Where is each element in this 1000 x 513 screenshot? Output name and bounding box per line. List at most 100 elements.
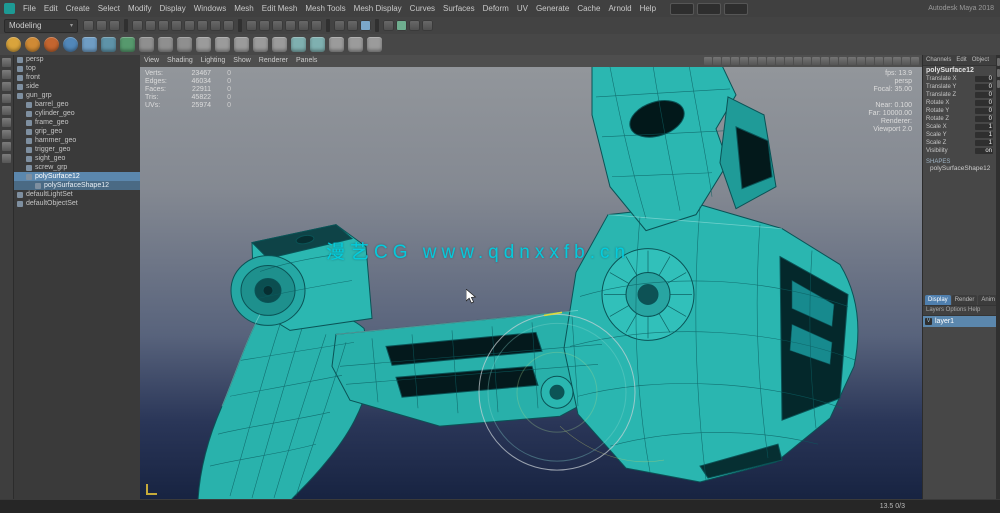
viewport-toolbar-icon[interactable] bbox=[785, 57, 793, 65]
perspective-viewport[interactable]: View Shading Lighting Show Renderer Panels bbox=[140, 55, 922, 500]
channel-row[interactable]: Translate Y 0 bbox=[923, 83, 996, 91]
viewport-toolbar-icon[interactable] bbox=[794, 57, 802, 65]
outliner-item[interactable]: screw_grp bbox=[14, 163, 140, 172]
status-line-icon[interactable] bbox=[409, 20, 420, 31]
outliner-item[interactable]: polySurface12 bbox=[14, 172, 140, 181]
menu-item[interactable]: Generate bbox=[532, 0, 573, 17]
viewport-toolbar-icon[interactable] bbox=[713, 57, 721, 65]
sidebar-tab-icon[interactable] bbox=[996, 69, 1000, 77]
viewport-toolbar-icon[interactable] bbox=[884, 57, 892, 65]
tool-icon[interactable] bbox=[2, 82, 11, 91]
menu-item[interactable]: Curves bbox=[406, 0, 439, 17]
status-line-icon[interactable] bbox=[272, 20, 283, 31]
viewport-toolbar-icon[interactable] bbox=[902, 57, 910, 65]
panel-menu-item[interactable]: Show bbox=[229, 55, 255, 67]
panel-menu-item[interactable]: Lighting bbox=[197, 55, 230, 67]
viewport-toolbar-icon[interactable] bbox=[812, 57, 820, 65]
channel-value-field[interactable]: 0 bbox=[975, 116, 993, 122]
viewport-toolbar-icon[interactable] bbox=[776, 57, 784, 65]
shelf-icon[interactable] bbox=[82, 37, 97, 52]
menu-item[interactable]: UV bbox=[513, 0, 532, 17]
shelf-icon[interactable] bbox=[367, 37, 382, 52]
tool-icon[interactable] bbox=[2, 106, 11, 115]
menu-item[interactable]: Help bbox=[636, 0, 660, 17]
status-line-icon[interactable] bbox=[145, 20, 156, 31]
shelf-icon[interactable] bbox=[120, 37, 135, 52]
tool-icon[interactable] bbox=[2, 70, 11, 79]
shelf-icon[interactable] bbox=[272, 37, 287, 52]
outliner-item[interactable]: frame_geo bbox=[14, 118, 140, 127]
workspace-button[interactable] bbox=[670, 2, 695, 15]
channel-row[interactable]: Scale Z 1 bbox=[923, 139, 996, 147]
status-line-icon[interactable] bbox=[184, 20, 195, 31]
viewport-toolbar-icon[interactable] bbox=[830, 57, 838, 65]
viewport-toolbar-icon[interactable] bbox=[839, 57, 847, 65]
outliner-item[interactable]: defaultObjectSet bbox=[14, 199, 140, 208]
channel-value-field[interactable]: 0 bbox=[975, 108, 993, 114]
status-line-icon[interactable] bbox=[360, 20, 371, 31]
viewport-toolbar-icon[interactable] bbox=[758, 57, 766, 65]
viewport-toolbar-icon[interactable] bbox=[857, 57, 865, 65]
workspace-button[interactable] bbox=[724, 2, 749, 15]
menu-item[interactable]: Mesh bbox=[230, 0, 258, 17]
outliner-item[interactable]: front bbox=[14, 73, 140, 82]
menu-item[interactable]: Mesh Tools bbox=[301, 0, 349, 17]
layer-tab[interactable]: Display bbox=[925, 295, 951, 305]
status-line-icon[interactable] bbox=[238, 19, 242, 32]
layer-editor-menu[interactable]: Layers Options Help bbox=[923, 305, 996, 316]
viewport-toolbar-icon[interactable] bbox=[767, 57, 775, 65]
tool-icon[interactable] bbox=[2, 58, 11, 67]
layer-tab[interactable]: Anim bbox=[978, 295, 996, 305]
channel-row[interactable]: Visibility on bbox=[923, 147, 996, 155]
viewport-canvas[interactable]: Verts: 23467 0 Edges: 46034 0 Faces: 229… bbox=[140, 67, 922, 500]
outliner-item[interactable]: gun_grp bbox=[14, 91, 140, 100]
panel-menu-item[interactable]: Shading bbox=[163, 55, 197, 67]
status-line-icon[interactable] bbox=[375, 19, 379, 32]
shelf-icon[interactable] bbox=[291, 37, 306, 52]
channel-box-menu-item[interactable]: Object bbox=[972, 57, 989, 63]
menu-item[interactable]: Create bbox=[62, 0, 94, 17]
status-line-icon[interactable] bbox=[383, 20, 394, 31]
status-line-icon[interactable] bbox=[124, 19, 128, 32]
status-line-icon[interactable] bbox=[334, 20, 345, 31]
viewport-toolbar-icon[interactable] bbox=[866, 57, 874, 65]
status-line-icon[interactable] bbox=[396, 20, 407, 31]
shelf-icon[interactable] bbox=[177, 37, 192, 52]
shelf-icon[interactable] bbox=[329, 37, 344, 52]
status-line-icon[interactable] bbox=[197, 20, 208, 31]
status-line-icon[interactable] bbox=[347, 20, 358, 31]
panel-menu-item[interactable]: View bbox=[140, 55, 163, 67]
tool-icon[interactable] bbox=[2, 94, 11, 103]
tool-icon[interactable] bbox=[2, 118, 11, 127]
channel-box-menu-item[interactable]: Edit bbox=[956, 57, 966, 63]
layer-visibility-toggle[interactable]: V bbox=[925, 318, 932, 325]
outliner-item[interactable]: trigger_geo bbox=[14, 145, 140, 154]
status-line-icon[interactable] bbox=[96, 20, 107, 31]
status-line-icon[interactable] bbox=[132, 20, 143, 31]
status-line-icon[interactable] bbox=[259, 20, 270, 31]
viewport-toolbar-icon[interactable] bbox=[731, 57, 739, 65]
tool-icon[interactable] bbox=[2, 142, 11, 151]
status-line-icon[interactable] bbox=[285, 20, 296, 31]
shelf-icon[interactable] bbox=[139, 37, 154, 52]
panel-menu-item[interactable]: Renderer bbox=[255, 55, 292, 67]
channel-row[interactable]: Translate X 0 bbox=[923, 75, 996, 83]
viewport-toolbar-icon[interactable] bbox=[848, 57, 856, 65]
menu-item[interactable]: Deform bbox=[479, 0, 513, 17]
shelf-icon[interactable] bbox=[215, 37, 230, 52]
channel-row[interactable]: Translate Z 0 bbox=[923, 91, 996, 99]
channel-row[interactable]: Scale Y 1 bbox=[923, 131, 996, 139]
viewport-toolbar-icon[interactable] bbox=[740, 57, 748, 65]
outliner-item[interactable]: cylinder_geo bbox=[14, 109, 140, 118]
shelf-icon[interactable] bbox=[44, 37, 59, 52]
menu-item[interactable]: Windows bbox=[190, 0, 230, 17]
outliner-item[interactable]: polySurfaceShape12 bbox=[14, 181, 140, 190]
menu-item[interactable]: Arnold bbox=[604, 0, 635, 17]
status-line-icon[interactable] bbox=[109, 20, 120, 31]
shelf-icon[interactable] bbox=[310, 37, 325, 52]
channel-row[interactable]: Rotate Y 0 bbox=[923, 107, 996, 115]
menu-set-dropdown[interactable]: Modeling ▾ bbox=[4, 18, 78, 33]
viewport-toolbar-icon[interactable] bbox=[911, 57, 919, 65]
shelf-icon[interactable] bbox=[6, 37, 21, 52]
status-line-icon[interactable] bbox=[223, 20, 234, 31]
